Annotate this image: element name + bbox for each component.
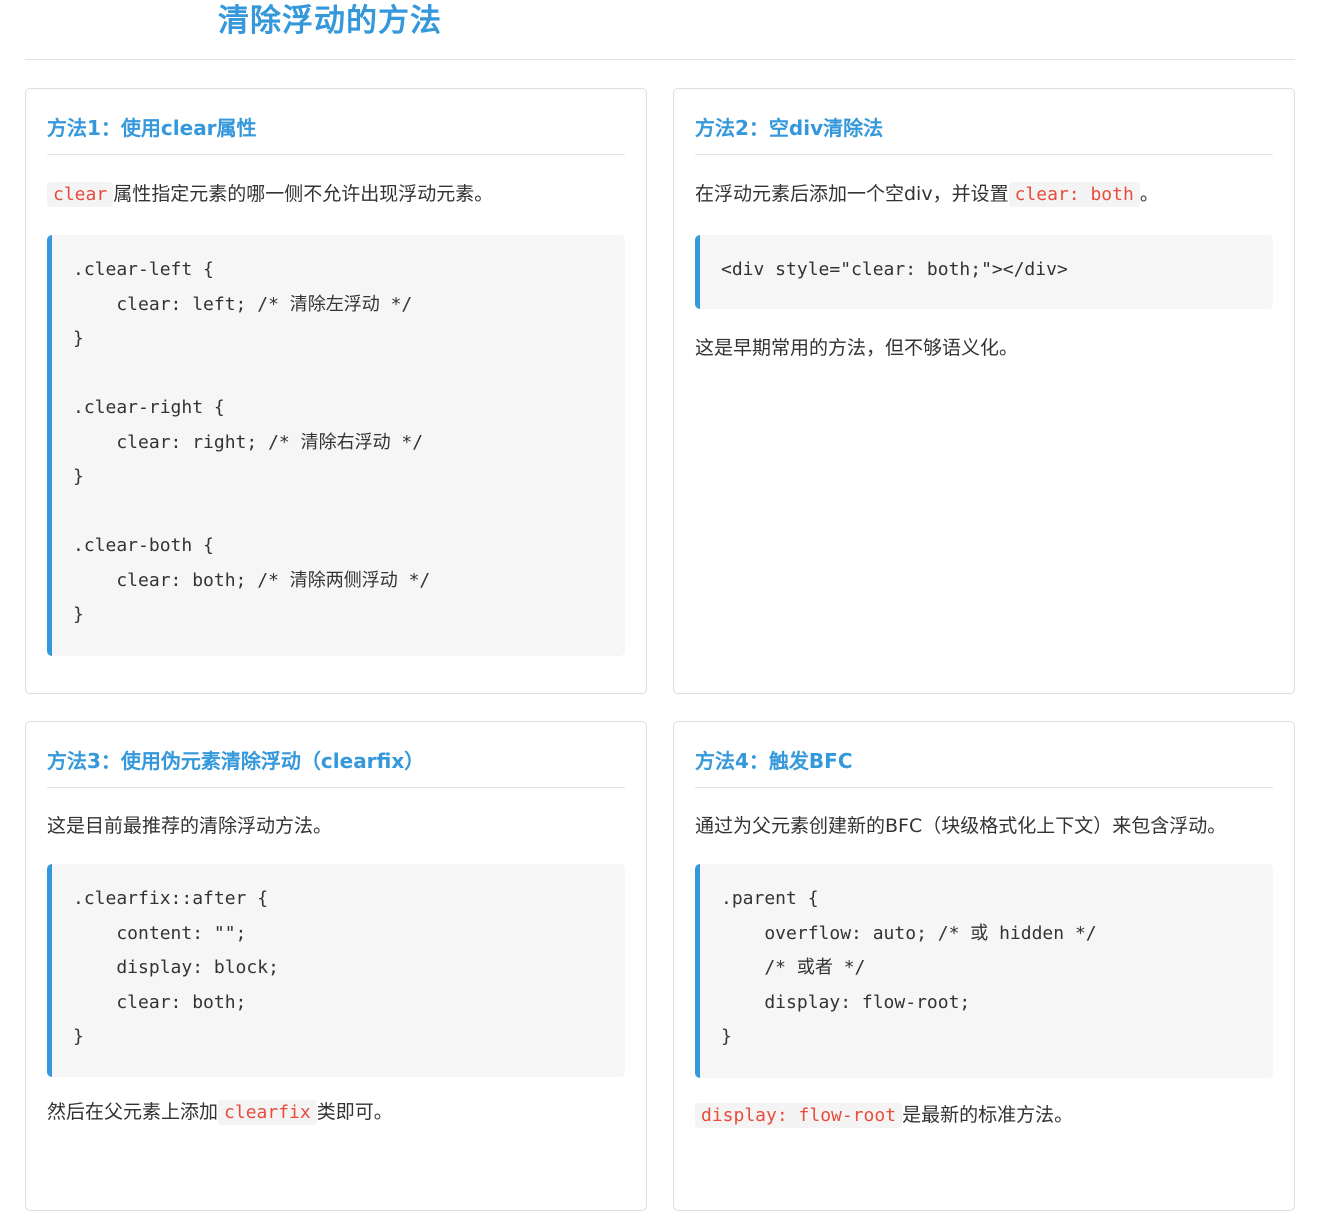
card-outro: 这是早期常用的方法，但不够语义化。 xyxy=(695,337,1019,359)
card-intro: 这是目前最推荐的清除浮动方法。 xyxy=(47,815,333,837)
card-intro: 通过为父元素创建新的BFC（块级格式化上下文）来包含浮动。 xyxy=(695,815,1227,837)
inline-code: clear: both xyxy=(1008,182,1140,207)
code-block: .parent { overflow: auto; /* 或 hidden */… xyxy=(695,864,1273,1078)
card-empty-div: 方法2：空div清除法 在浮动元素后添加一个空div，并设置 clear: bot… xyxy=(673,88,1295,694)
outro-text: 是最新的标准方法。 xyxy=(902,1104,1074,1126)
inline-code: clear xyxy=(47,182,114,207)
code-block: .clearfix::after { content: ""; display:… xyxy=(47,864,625,1077)
card-bfc: 方法4：触发BFC 通过为父元素创建新的BFC（块级格式化上下文）来包含浮动。 … xyxy=(673,721,1295,1211)
inline-code: display: flow-root xyxy=(695,1103,903,1128)
intro-text: 在浮动元素后添加一个空div，并设置 xyxy=(695,183,1009,205)
intro-text: 属性指定元素的哪一侧不允许出现浮动元素。 xyxy=(113,183,494,205)
intro-suffix: 。 xyxy=(1139,183,1159,205)
card-intro: clear 属性指定元素的哪一侧不允许出现浮动元素。 xyxy=(47,177,625,212)
card-heading: 方法1：使用clear属性 xyxy=(47,89,625,155)
inline-code: clearfix xyxy=(218,1100,317,1125)
card-outro: 然后在父元素上添加 clearfix 类即可。 xyxy=(47,1095,625,1130)
title-divider xyxy=(25,59,1295,60)
card-outro: display: flow-root 是最新的标准方法。 xyxy=(695,1098,1273,1133)
code-block: <div style="clear: both;"></div> xyxy=(695,235,1273,309)
card-heading: 方法4：触发BFC xyxy=(695,722,1273,788)
card-clearfix: 方法3：使用伪元素清除浮动（clearfix） 这是目前最推荐的清除浮动方法。 … xyxy=(25,721,647,1211)
card-heading: 方法3：使用伪元素清除浮动（clearfix） xyxy=(47,722,625,788)
outro-text: 然后在父元素上添加 xyxy=(47,1101,219,1123)
card-intro: 在浮动元素后添加一个空div，并设置 clear: both。 xyxy=(695,177,1273,212)
page-title: 清除浮动的方法 xyxy=(218,3,442,39)
code-block: .clear-left { clear: left; /* 清除左浮动 */ }… xyxy=(47,235,625,656)
card-heading: 方法2：空div清除法 xyxy=(695,89,1273,155)
outro-suffix: 类即可。 xyxy=(316,1101,393,1123)
card-clear-property: 方法1：使用clear属性 clear 属性指定元素的哪一侧不允许出现浮动元素。 … xyxy=(25,88,647,694)
